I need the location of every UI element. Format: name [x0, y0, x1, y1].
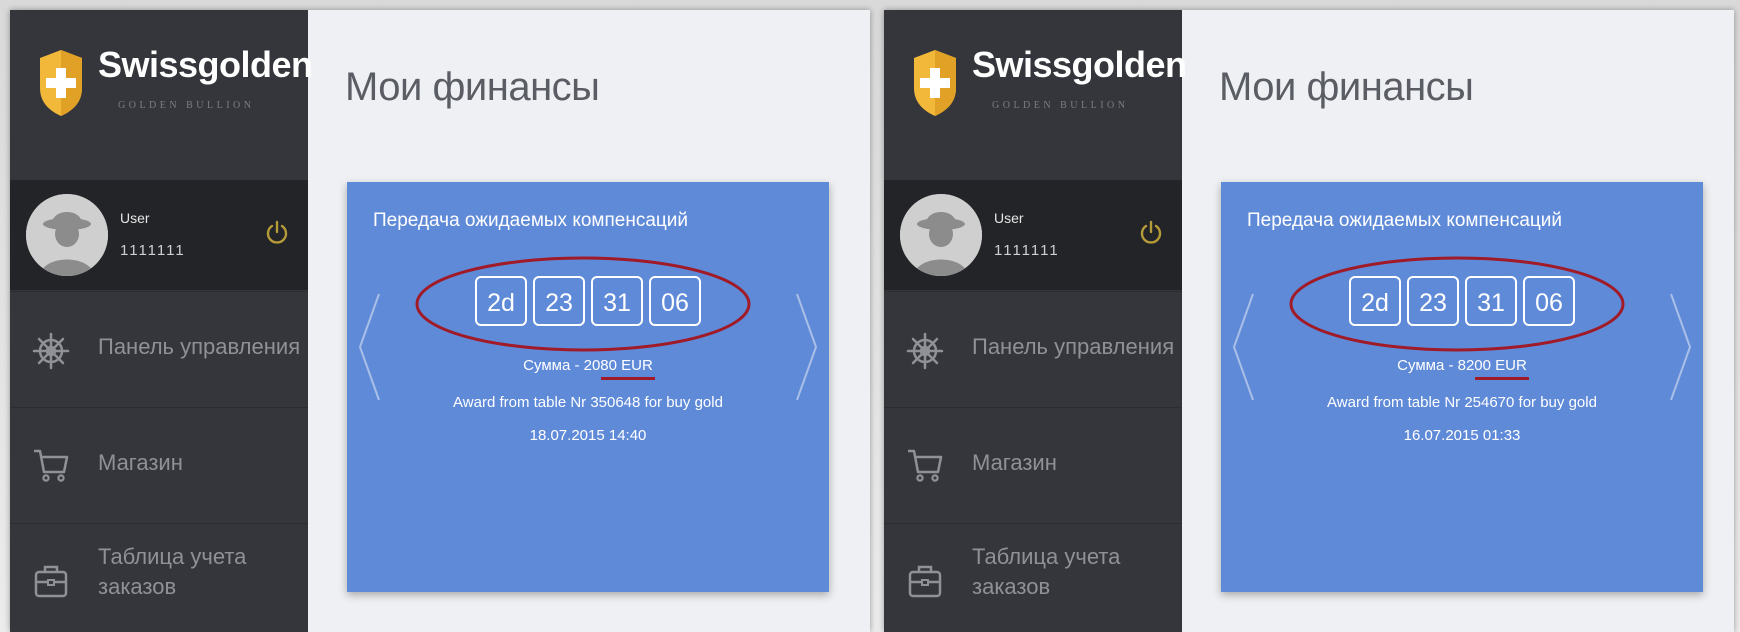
annotation-underline: [601, 377, 655, 380]
nav-item-orders[interactable]: Таблица учета заказов: [884, 523, 1182, 632]
nav-label-shop: Магазин: [972, 450, 1057, 475]
nav-label-orders: Таблица учета заказов: [98, 544, 247, 599]
compensation-card: Передача ожидаемых компенсаций 2d 23 31 06 …: [347, 182, 829, 592]
amount-line: Сумма - 8200 EUR: [1221, 357, 1703, 380]
brand-name: Swissgolden: [972, 44, 1187, 85]
brand-tagline: GOLDEN BULLION: [992, 100, 1129, 111]
ship-wheel-icon: [32, 332, 70, 370]
nav-label-orders: Таблица учета заказов: [972, 544, 1121, 599]
power-icon[interactable]: [264, 220, 290, 246]
brand-logo[interactable]: Swissgolden GOLDEN BULLION: [884, 10, 1187, 180]
user-label: User: [994, 210, 1024, 226]
countdown-hours: 23: [533, 276, 585, 326]
brand-name: Swissgolden: [98, 44, 313, 85]
ship-wheel-icon: [906, 332, 944, 370]
award-date: 16.07.2015 01:33: [1403, 427, 1521, 444]
chevron-right-icon[interactable]: [1669, 292, 1693, 402]
briefcase-icon: [908, 565, 942, 598]
page-title: Мои финансы: [1219, 65, 1474, 109]
nav-item-dashboard[interactable]: Панель управления: [10, 291, 308, 408]
award-text: Award from table Nr 254670 for buy gold: [1327, 394, 1597, 411]
amount-value: 8200 EUR: [1457, 357, 1527, 374]
nav-item-shop[interactable]: Магазин: [884, 407, 1182, 524]
amount-prefix: Сумма -: [523, 357, 584, 374]
amount-line: Сумма - 2080 EUR: [347, 357, 829, 380]
countdown-minutes: 31: [591, 276, 643, 326]
award-date: 18.07.2015 14:40: [529, 427, 647, 444]
user-id: 1111111: [994, 242, 1060, 259]
amount-value: 2080 EUR: [583, 357, 653, 374]
sidebar: Swissgolden GOLDEN BULLION User 1111111: [10, 10, 313, 632]
countdown-timer: 2d 23 31 06: [347, 276, 829, 330]
chevron-left-icon[interactable]: [1231, 292, 1255, 402]
briefcase-icon: [34, 565, 68, 598]
chevron-right-icon[interactable]: [795, 292, 819, 402]
nav-item-shop[interactable]: Магазин: [10, 407, 308, 524]
user-label: User: [120, 210, 150, 226]
countdown-minutes: 31: [1465, 276, 1517, 326]
user-profile: User 1111111: [10, 180, 308, 290]
avatar[interactable]: [26, 194, 108, 276]
screenshot-panel-right: Swissgolden GOLDEN BULLION User 1111111: [884, 10, 1734, 632]
avatar[interactable]: [900, 194, 982, 276]
amount-prefix: Сумма -: [1397, 357, 1458, 374]
user-id: 1111111: [120, 242, 186, 259]
shield-logo-icon: [40, 50, 82, 116]
shield-logo-icon: [914, 50, 956, 116]
nav-item-dashboard[interactable]: Панель управления: [884, 291, 1182, 408]
countdown-days: 2d: [1349, 276, 1401, 326]
cart-icon: [908, 449, 943, 482]
chevron-left-icon[interactable]: [357, 292, 381, 402]
countdown-hours: 23: [1407, 276, 1459, 326]
card-title: Передача ожидаемых компенсаций: [1247, 210, 1562, 231]
nav-item-orders[interactable]: Таблица учета заказов: [10, 523, 308, 632]
brand-logo[interactable]: Swissgolden GOLDEN BULLION: [10, 10, 313, 180]
sidebar: Swissgolden GOLDEN BULLION User 1111111: [884, 10, 1187, 632]
countdown-days: 2d: [475, 276, 527, 326]
power-icon[interactable]: [1138, 220, 1164, 246]
nav-label-dashboard: Панель управления: [98, 334, 301, 359]
screenshot-panel-left: Swissgolden GOLDEN BULLION User 1111111: [10, 10, 870, 632]
countdown-timer: 2d 23 31 06: [1221, 276, 1703, 330]
annotation-underline: [1475, 377, 1529, 380]
countdown-seconds: 06: [649, 276, 701, 326]
award-text: Award from table Nr 350648 for buy gold: [453, 394, 723, 411]
card-title: Передача ожидаемых компенсаций: [373, 210, 688, 231]
nav-label-shop: Магазин: [98, 450, 183, 475]
user-profile: User 1111111: [884, 180, 1182, 290]
cart-icon: [34, 449, 69, 482]
countdown-seconds: 06: [1523, 276, 1575, 326]
brand-tagline: GOLDEN BULLION: [118, 100, 255, 111]
page-title: Мои финансы: [345, 65, 600, 109]
nav-label-dashboard: Панель управления: [972, 334, 1175, 359]
compensation-card: Передача ожидаемых компенсаций 2d 23 31 06 …: [1221, 182, 1703, 592]
